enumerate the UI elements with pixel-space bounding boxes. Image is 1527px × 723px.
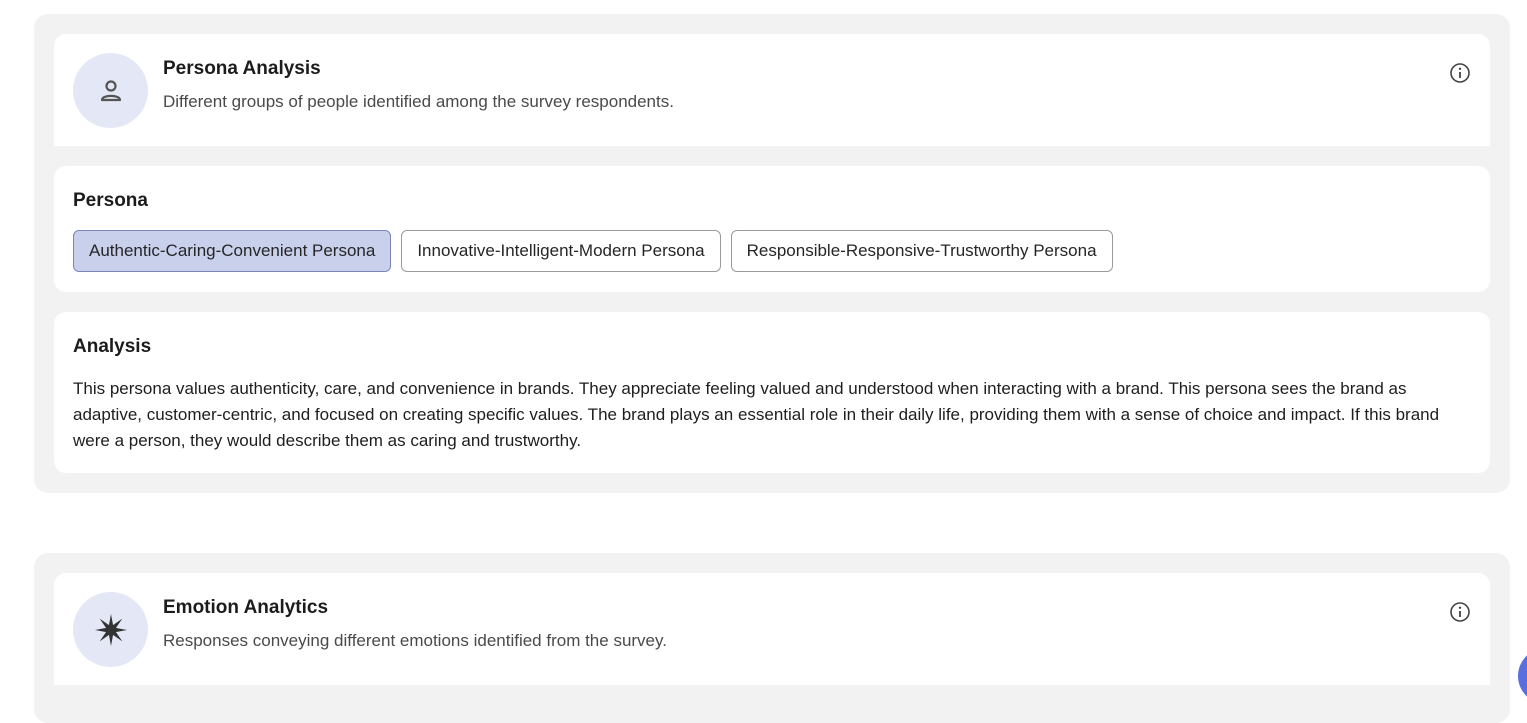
page-title: Persona Analysis [163, 58, 321, 79]
section-title: Emotion Analytics [163, 597, 329, 618]
starburst-icon [94, 613, 127, 646]
persona-analysis-header: Persona Analysis Different groups of peo… [54, 34, 1490, 146]
persona-avatar [73, 53, 148, 128]
persona-chip-responsible[interactable]: Responsible-Responsive-Trustworthy Perso… [730, 230, 1113, 272]
info-icon[interactable] [1449, 601, 1471, 623]
emotion-analytics-header: Emotion Analytics Responses conveying di… [54, 573, 1490, 685]
persona-card: Persona Authentic-Caring-Convenient Pers… [54, 166, 1490, 292]
analysis-label: Analysis [73, 336, 152, 357]
analysis-text: This persona values authenticity, care, … [73, 379, 1440, 450]
section-subtitle: Responses conveying different emotions i… [163, 631, 667, 650]
emotion-avatar [73, 592, 148, 667]
persona-label: Persona [73, 190, 148, 211]
persona-chip-authentic[interactable]: Authentic-Caring-Convenient Persona [73, 230, 392, 272]
info-icon[interactable] [1449, 62, 1471, 84]
chat-fab-button[interactable] [1518, 648, 1527, 704]
emotion-analytics-section: Emotion Analytics Responses conveying di… [34, 553, 1510, 723]
persona-chip-group: Authentic-Caring-Convenient Persona Inno… [73, 230, 1113, 272]
section-subtitle: Different groups of people identified am… [163, 92, 674, 111]
person-icon [100, 79, 121, 101]
analysis-card: Analysis This persona values authenticit… [54, 312, 1490, 473]
persona-analysis-section: Persona Analysis Different groups of peo… [34, 14, 1510, 493]
persona-chip-innovative[interactable]: Innovative-Intelligent-Modern Persona [401, 230, 721, 272]
